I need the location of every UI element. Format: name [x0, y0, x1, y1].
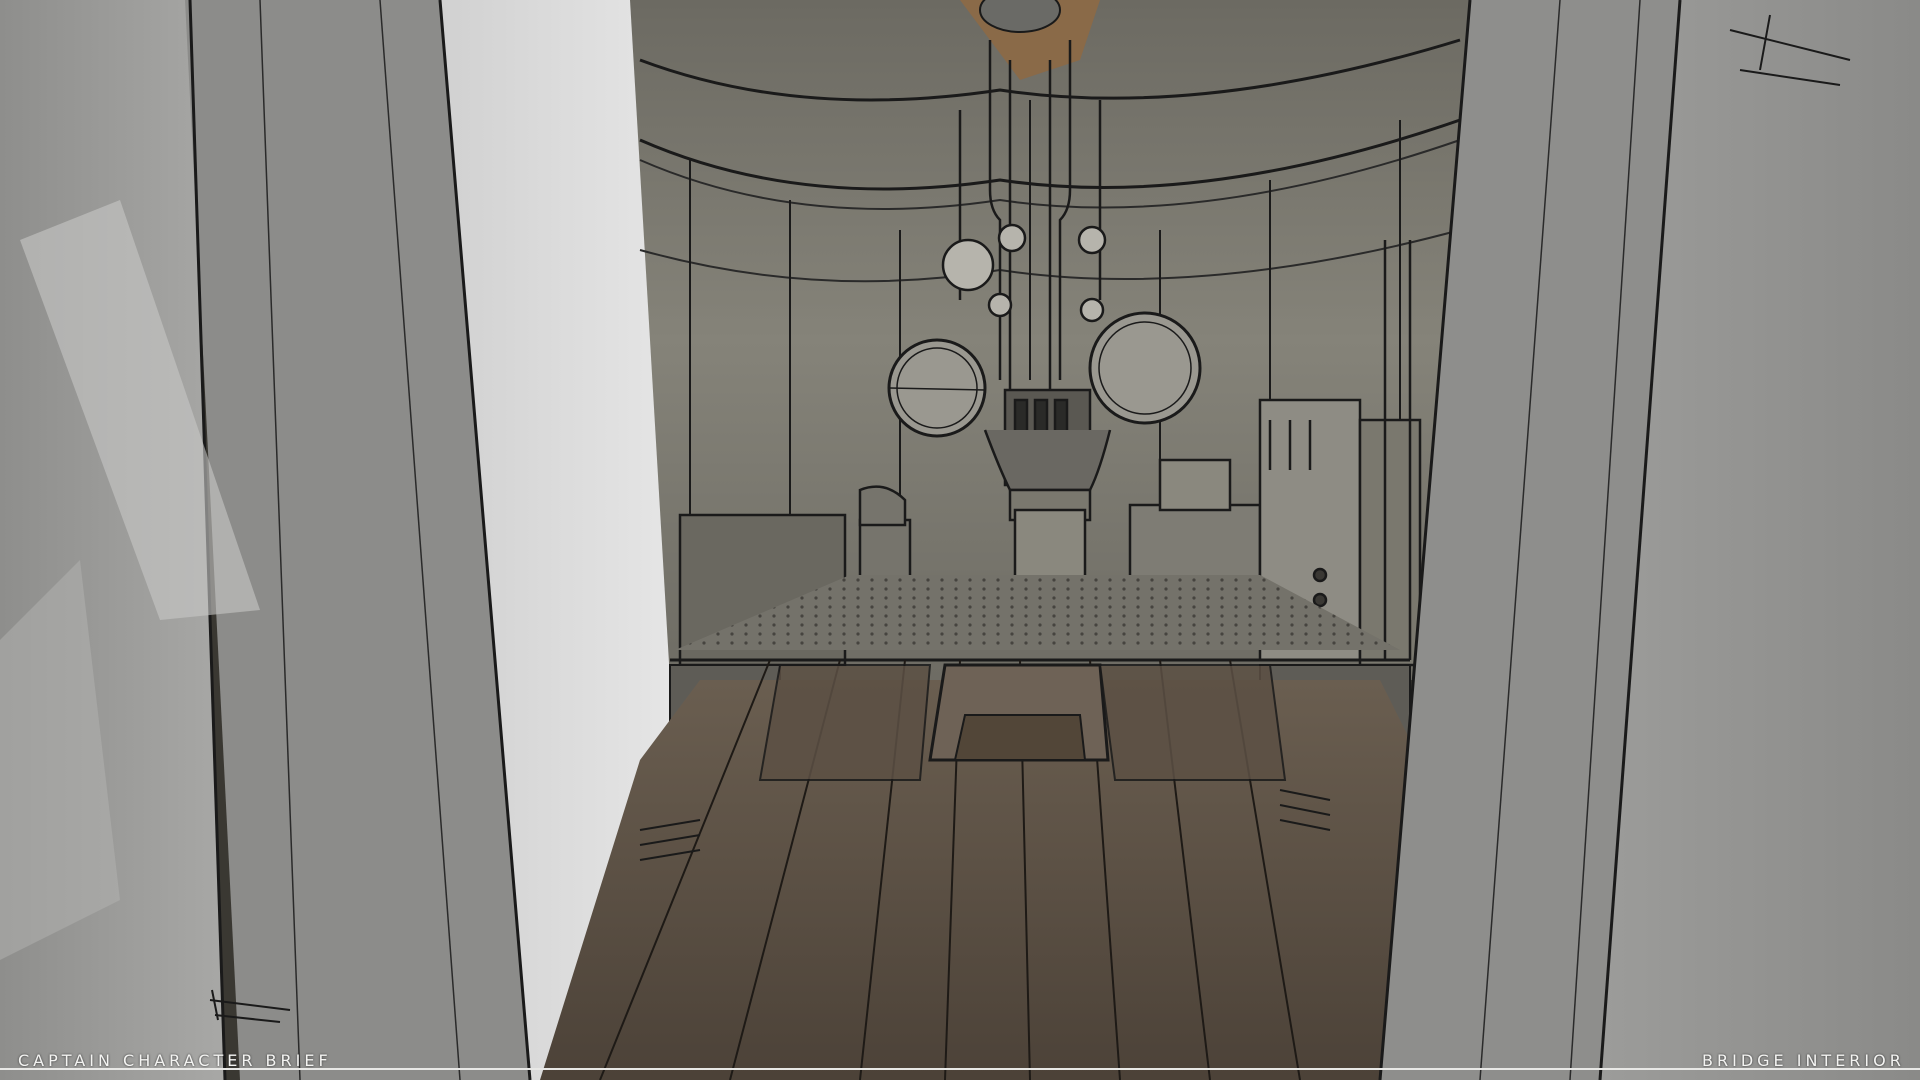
concept-art-scene	[0, 0, 1920, 1080]
wall-pillar-left	[0, 0, 532, 1080]
bridge-interior	[540, 0, 1480, 1080]
wall-pillar-right	[1378, 0, 1920, 1080]
caption-scene-title: BRIDGE INTERIOR	[1702, 1051, 1905, 1070]
caption-project-title: CAPTAIN CHARACTER BRIEF	[18, 1051, 332, 1070]
wood-floor	[540, 659, 1420, 1080]
porthole-left	[887, 338, 987, 438]
porthole-right	[1088, 311, 1202, 425]
